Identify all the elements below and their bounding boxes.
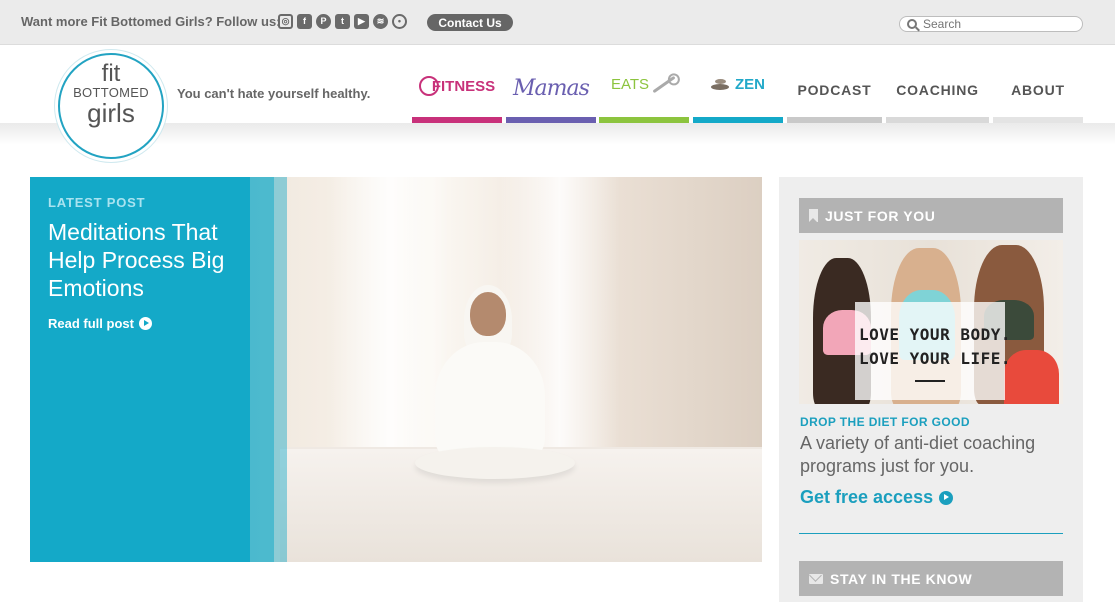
sidebar: JUST FOR YOU LOVE YOUR BODY. LOVE YOUR L… <box>779 177 1083 602</box>
logo-fit: fit <box>101 60 121 87</box>
search-icon <box>907 19 917 29</box>
nav-coaching-label: COACHING <box>896 82 979 98</box>
twitter-icon[interactable]: t <box>335 14 350 29</box>
promo-line-1: LOVE YOUR BODY. <box>859 325 1011 344</box>
nav-fitness-bar <box>412 117 502 123</box>
get-free-access-label: Get free access <box>800 487 934 507</box>
pinterest-icon[interactable]: P <box>316 14 331 29</box>
facebook-icon[interactable]: f <box>297 14 312 29</box>
site-tagline: You can't hate yourself healthy. <box>177 86 371 101</box>
nav-zen-bar <box>693 117 783 123</box>
promo-line-2: LOVE YOUR LIFE. <box>859 349 1011 368</box>
nav-coaching[interactable]: COACHING <box>886 70 989 123</box>
bookmark-icon <box>809 209 818 222</box>
nav-about-label: ABOUT <box>1011 82 1065 98</box>
meditating-woman-legs <box>415 447 575 479</box>
curtain <box>330 177 450 467</box>
hero-accent-strip <box>250 177 274 562</box>
podcast-icon[interactable]: • <box>392 14 407 29</box>
nav-mamas-bar <box>506 117 596 123</box>
logo-girls: girls <box>87 98 135 128</box>
featured-post[interactable]: LATEST POST Meditations That Help Proces… <box>30 177 762 562</box>
arrow-circle-icon <box>138 317 152 330</box>
post-title[interactable]: Meditations That Help Process Big Emotio… <box>48 218 232 302</box>
get-free-access-link[interactable]: Get free access <box>800 487 954 508</box>
stay-in-the-know-label: STAY IN THE KNOW <box>830 570 973 587</box>
read-full-post-link[interactable]: Read full post <box>48 316 232 331</box>
nav-fitness-label: FITNESS <box>431 77 496 95</box>
stay-in-the-know-header: STAY IN THE KNOW <box>799 561 1063 596</box>
search-box[interactable] <box>899 16 1083 32</box>
hero-accent-strip <box>274 177 287 562</box>
just-for-you-header: JUST FOR YOU <box>799 198 1063 233</box>
nav-eats[interactable]: EATS <box>599 70 689 123</box>
contact-us-button[interactable]: Contact Us <box>427 14 513 31</box>
youtube-icon[interactable]: ▶ <box>354 14 369 29</box>
nav-eats-label: EATS <box>610 76 650 93</box>
nav-podcast-label: PODCAST <box>797 82 872 98</box>
read-full-post-label: Read full post <box>48 316 134 331</box>
promo-divider <box>915 380 945 382</box>
spotify-icon[interactable]: ≋ <box>373 14 388 29</box>
nav-mamas-label: Mamas <box>513 76 590 101</box>
nav-coaching-bar <box>886 117 989 123</box>
nav-about[interactable]: ABOUT <box>993 70 1083 123</box>
arrow-circle-icon <box>939 490 954 505</box>
nav-podcast-bar <box>787 117 882 123</box>
envelope-icon <box>809 573 823 584</box>
search-input[interactable] <box>923 17 1073 31</box>
nav-eats-bar <box>599 117 689 123</box>
sidebar-divider <box>799 533 1063 534</box>
follow-text: Want more Fit Bottomed Girls? Follow us: <box>21 14 281 29</box>
promo-headline: LOVE YOUR BODY. LOVE YOUR LIFE. <box>859 323 1011 371</box>
promo-description: A variety of anti-diet coaching programs… <box>800 433 1036 476</box>
just-for-you-label: JUST FOR YOU <box>825 207 936 224</box>
promo-kicker: DROP THE DIET FOR GOOD <box>800 415 970 429</box>
instagram-icon[interactable]: ◎ <box>278 14 293 29</box>
nav-about-bar <box>993 117 1083 123</box>
zen-stones-icon <box>711 79 729 90</box>
nav-podcast[interactable]: PODCAST <box>787 70 882 123</box>
header-shadow <box>0 123 1115 145</box>
meditating-woman-body <box>435 342 545 462</box>
nav-zen-label: ZEN <box>735 76 765 93</box>
site-logo[interactable]: fit BOTTOMED girls <box>58 53 164 159</box>
meditating-woman-face <box>470 292 506 336</box>
nav-fitness[interactable]: FITNESS <box>412 70 502 123</box>
latest-post-kicker: LATEST POST <box>48 195 146 210</box>
hero-text-panel: LATEST POST Meditations That Help Proces… <box>30 177 250 562</box>
nav-zen[interactable]: ZEN <box>693 70 783 123</box>
promo-image[interactable]: LOVE YOUR BODY. LOVE YOUR LIFE. <box>799 240 1063 404</box>
top-bar: Want more Fit Bottomed Girls? Follow us:… <box>0 0 1115 45</box>
promo-person-leggings <box>1004 350 1059 404</box>
spoon-icon <box>652 75 676 94</box>
social-icons: ◎ f P t ▶ ≋ • <box>278 14 407 29</box>
nav-mamas[interactable]: Mamas <box>506 70 596 123</box>
